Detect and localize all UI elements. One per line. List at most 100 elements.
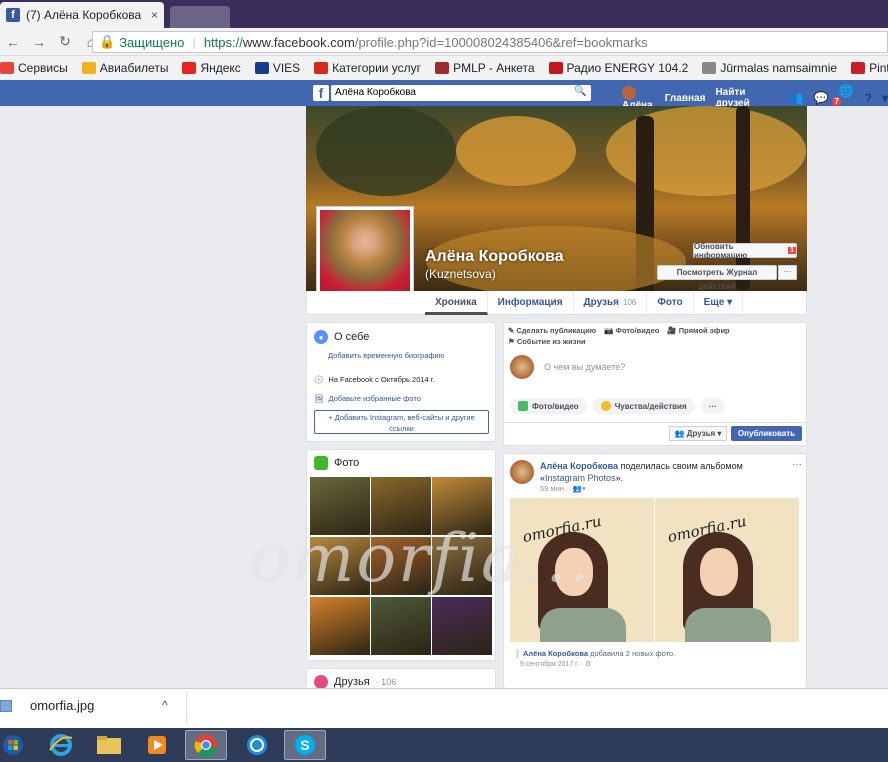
add-bio-link[interactable]: Добавить временную биографию <box>328 351 444 360</box>
browser-tab-active[interactable]: f (7) Алёна Коробкова × <box>0 2 164 28</box>
taskbar-chrome[interactable] <box>185 730 227 760</box>
taskbar-skype[interactable]: S <box>284 730 326 760</box>
messages-icon[interactable]: 💬 <box>814 91 829 105</box>
activity-log-button[interactable]: Посмотреть Журнал действий <box>657 265 777 291</box>
photo-video-tab[interactable]: 📷 Фото/видео <box>604 326 659 335</box>
composer-more-button[interactable]: ··· <box>700 398 725 414</box>
close-tab-icon[interactable]: × <box>151 8 158 22</box>
download-options-chevron-icon[interactable]: ^ <box>162 698 168 712</box>
forward-icon[interactable]: → <box>26 34 52 50</box>
bookmark-label: PMLP - Анкета <box>453 61 535 75</box>
life-event-tab[interactable]: ⚑ Событие из жизни <box>508 337 586 346</box>
taskbar-app-updater[interactable] <box>236 730 278 760</box>
live-video-label: Прямой эфир <box>678 326 730 335</box>
profile-picture[interactable] <box>316 206 414 304</box>
timeline-tab[interactable]: Фото <box>647 291 694 315</box>
bookmark-item[interactable]: Радио ENERGY 104.2 <box>548 61 688 75</box>
browser-tab-new[interactable] <box>170 6 230 28</box>
feelings-button[interactable]: Чувства/действия <box>592 398 695 414</box>
bookmark-item[interactable]: Авиабилеты <box>81 61 169 75</box>
start-button[interactable] <box>0 730 26 760</box>
notification-badge: 7 <box>832 97 841 106</box>
bookmark-item[interactable]: VIES <box>254 61 300 75</box>
composer-input[interactable]: О чем вы думаете? <box>510 355 625 379</box>
facebook-logo[interactable]: f <box>313 85 329 101</box>
add-featured-photos-link[interactable]: 🖼 Добавьте избранные фото <box>314 394 421 403</box>
timeline-tab[interactable]: Хроника <box>425 291 488 315</box>
taskbar-internet-explorer[interactable] <box>40 730 82 760</box>
bookmark-favicon-icon <box>435 62 450 74</box>
timeline-tabs: Хроника Информация Друзья 106 Фото Еще ▾ <box>425 291 744 315</box>
photos-title: Фото <box>334 457 360 469</box>
download-filename: omorfia.jpg <box>30 698 95 713</box>
post-album-link[interactable]: Instagram Photos <box>545 473 616 483</box>
photos-header[interactable]: Фото <box>314 456 359 470</box>
friends-icon <box>314 675 328 689</box>
bookmark-favicon-icon <box>182 62 197 74</box>
photo-thumbnail[interactable] <box>310 597 370 655</box>
search-icon[interactable]: 🔍 <box>574 86 586 97</box>
composer-placeholder: О чем вы думаете? <box>544 362 626 372</box>
privacy-selector[interactable]: 👥 Друзья ▾ <box>669 426 727 441</box>
taskbar-media-player[interactable] <box>136 730 178 760</box>
url-scheme: https:// <box>203 34 243 50</box>
create-post-tab[interactable]: ✎ Сделать публикацию <box>508 326 596 335</box>
friends-header[interactable]: Друзья · 106 <box>314 675 396 689</box>
friend-requests-icon[interactable]: 👥 <box>789 91 804 105</box>
post-options-icon[interactable]: ··· <box>792 459 802 470</box>
avatar[interactable] <box>510 460 534 484</box>
account-menu-chevron-icon[interactable]: ▾ <box>882 91 888 105</box>
cover-foliage <box>456 116 576 186</box>
photo-video-label: Фото/видео <box>615 326 660 335</box>
nav-home-link[interactable]: Главная <box>665 93 706 104</box>
add-featured-photos-text: Добавьте избранные фото <box>328 394 421 403</box>
photo-video-button[interactable]: Фото/видео <box>510 398 587 414</box>
media-player-icon <box>148 736 166 754</box>
download-item[interactable]: omorfia.jpg <box>0 698 94 713</box>
shared-date[interactable]: 9 сентября 2017 г. · ⚙ <box>520 660 591 668</box>
photo-icon: 🖼 <box>314 394 324 403</box>
internet-explorer-icon <box>49 734 73 756</box>
bookmark-item[interactable]: Яндекс <box>182 61 241 75</box>
facebook-search-input[interactable] <box>331 85 591 101</box>
facebook-favicon-icon: f <box>6 8 20 22</box>
url-path: /profile.php?id=100008024385406&ref=book… <box>354 34 648 50</box>
notifications-icon[interactable]: 🌐7 <box>832 84 854 112</box>
address-bar[interactable]: 🔒 Защищено | https:// www.facebook.com /… <box>92 31 888 53</box>
post-photo-2[interactable]: omorfia.ru <box>655 498 799 642</box>
timeline-tab[interactable]: Друзья 106 <box>574 291 648 315</box>
photo-thumbnail[interactable] <box>371 597 431 655</box>
shared-date-text: 9 сентября 2017 г. · <box>520 661 586 668</box>
page-watermark-logo: omorfia... <box>250 520 592 597</box>
audience-friends-icon: 👥▾ <box>572 484 586 493</box>
add-links-button[interactable]: + Добавить Instagram, веб-сайты и другие… <box>314 410 489 434</box>
timeline-tab[interactable]: Еще ▾ <box>694 291 744 315</box>
facebook-since: 🕓 На Facebook с Октябрь 2014 г. <box>314 375 435 384</box>
composer-divider <box>503 422 807 423</box>
publish-button[interactable]: Опубликовать <box>731 426 802 441</box>
post-author-link[interactable]: Алёна Коробкова <box>540 461 618 471</box>
shared-author-link[interactable]: Алёна Коробкова <box>523 649 588 658</box>
bookmark-item[interactable]: Категории услуг <box>314 61 421 75</box>
post-timestamp[interactable]: 59 мин. · 👥▾ <box>540 484 586 493</box>
friends-title: Друзья <box>334 676 370 688</box>
bookmark-label: Яндекс <box>200 61 241 75</box>
bookmark-item[interactable]: Сервисы <box>0 61 68 75</box>
bookmark-favicon-icon <box>548 62 563 74</box>
image-file-icon <box>0 699 12 712</box>
live-video-tab[interactable]: 🎥 Прямой эфир <box>667 326 729 335</box>
address-separator: | <box>192 34 196 50</box>
bookmark-item[interactable]: Jūrmalas namsaimnie <box>702 61 837 75</box>
update-info-button[interactable]: Обновить информацию 1 <box>693 242 797 260</box>
bookmark-label: Авиабилеты <box>99 61 169 75</box>
bookmark-item[interactable]: PMLP - Анкета <box>435 61 535 75</box>
bookmark-item[interactable]: Pinterest • Всемирны <box>851 61 888 75</box>
photo-thumbnail[interactable] <box>432 597 492 655</box>
reload-icon[interactable]: ↻ <box>52 33 78 50</box>
timeline-tab[interactable]: Информация <box>488 291 574 315</box>
taskbar-file-explorer[interactable] <box>88 730 130 760</box>
globe-icon: ● <box>314 330 328 344</box>
back-icon[interactable]: ← <box>0 34 26 50</box>
help-icon[interactable]: ? <box>865 91 872 105</box>
profile-more-button[interactable]: ··· <box>778 265 797 280</box>
